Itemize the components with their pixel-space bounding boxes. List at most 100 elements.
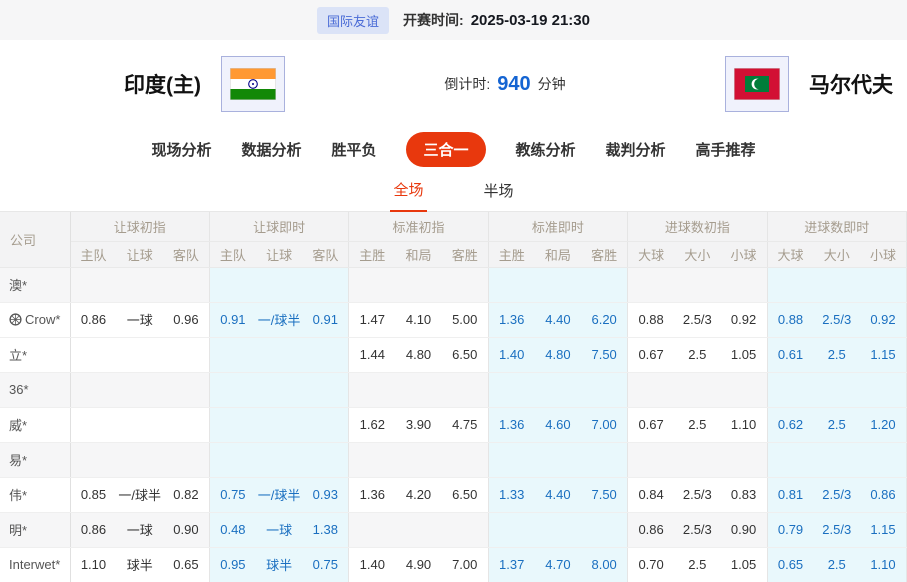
odds-cell[interactable]: 1.15 xyxy=(860,337,907,372)
odds-cell[interactable]: 1.40 xyxy=(488,337,534,372)
odds-cell: 4.10 xyxy=(395,302,441,337)
odds-cell[interactable]: 7.00 xyxy=(581,407,627,442)
odds-cell[interactable]: 一/球半 xyxy=(256,302,302,337)
company-cell[interactable]: 立* xyxy=(0,337,70,372)
sub-header: 大小 xyxy=(674,241,720,267)
group-header-5: 进球数初指 xyxy=(628,212,767,241)
odds-cell xyxy=(116,407,162,442)
odds-cell[interactable]: 7.50 xyxy=(581,337,627,372)
odds-cell xyxy=(535,267,581,302)
odds-cell[interactable]: 1.10 xyxy=(860,547,907,582)
odds-cell[interactable]: 0.88 xyxy=(767,302,813,337)
odds-cell: 2.5 xyxy=(674,547,720,582)
odds-cell[interactable]: 2.5/3 xyxy=(814,512,860,547)
nav-tab-2[interactable]: 数据分析 xyxy=(241,139,301,160)
company-cell[interactable]: Crow* xyxy=(0,302,70,337)
odds-cell xyxy=(302,337,348,372)
odds-cell[interactable]: 0.65 xyxy=(767,547,813,582)
company-cell[interactable]: 伟* xyxy=(0,477,70,512)
odds-cell[interactable]: 0.61 xyxy=(767,337,813,372)
odds-cell[interactable]: 1.36 xyxy=(488,407,534,442)
odds-cell[interactable]: 0.93 xyxy=(302,477,348,512)
odds-cell xyxy=(442,512,488,547)
nav-tab-7[interactable]: 高手推荐 xyxy=(696,139,756,160)
sub-header: 主胜 xyxy=(349,241,395,267)
odds-cell[interactable]: 2.5/3 xyxy=(814,477,860,512)
odds-cell[interactable]: 0.79 xyxy=(767,512,813,547)
sub-header: 大小 xyxy=(814,241,860,267)
company-cell[interactable]: 威* xyxy=(0,407,70,442)
company-name: 易* xyxy=(9,453,27,468)
odds-cell xyxy=(814,267,860,302)
nav-tab-4[interactable]: 三合一 xyxy=(406,132,485,167)
odds-cell[interactable]: 1.33 xyxy=(488,477,534,512)
odds-cell[interactable]: 4.80 xyxy=(535,337,581,372)
odds-cell[interactable]: 0.75 xyxy=(302,547,348,582)
odds-cell: 0.83 xyxy=(721,477,767,512)
odds-cell xyxy=(209,442,255,477)
nav-tab-3[interactable]: 胜平负 xyxy=(331,139,376,160)
nav-tab-1[interactable]: 现场分析 xyxy=(151,139,211,160)
odds-cell[interactable]: 0.62 xyxy=(767,407,813,442)
odds-cell[interactable]: 球半 xyxy=(256,547,302,582)
sub-header: 小球 xyxy=(860,241,907,267)
company-cell[interactable]: 明* xyxy=(0,512,70,547)
odds-cell xyxy=(767,372,813,407)
odds-cell xyxy=(70,267,116,302)
period-tab-1[interactable]: 全场 xyxy=(390,179,426,212)
odds-cell xyxy=(116,267,162,302)
odds-cell[interactable]: 0.95 xyxy=(209,547,255,582)
company-cell[interactable]: 易* xyxy=(0,442,70,477)
odds-cell[interactable]: 4.60 xyxy=(535,407,581,442)
odds-cell: 2.5/3 xyxy=(674,302,720,337)
odds-cell: 0.67 xyxy=(628,337,674,372)
sub-header: 大球 xyxy=(767,241,813,267)
odds-cell[interactable]: 一球 xyxy=(256,512,302,547)
odds-cell xyxy=(628,267,674,302)
odds-cell[interactable]: 4.70 xyxy=(535,547,581,582)
period-tab-2[interactable]: 半场 xyxy=(481,180,517,211)
odds-cell[interactable]: 0.91 xyxy=(209,302,255,337)
odds-cell[interactable]: 一/球半 xyxy=(256,477,302,512)
odds-cell[interactable]: 0.48 xyxy=(209,512,255,547)
odds-cell: 0.67 xyxy=(628,407,674,442)
sub-header: 让球 xyxy=(256,241,302,267)
odds-cell[interactable]: 4.40 xyxy=(535,302,581,337)
odds-cell[interactable]: 8.00 xyxy=(581,547,627,582)
odds-cell[interactable]: 1.36 xyxy=(488,302,534,337)
table-row: 立*1.444.806.501.404.807.500.672.51.050.6… xyxy=(0,337,907,372)
odds-cell xyxy=(256,267,302,302)
nav-tab-5[interactable]: 教练分析 xyxy=(516,139,576,160)
nav-tab-6[interactable]: 裁判分析 xyxy=(606,139,666,160)
odds-cell[interactable]: 1.15 xyxy=(860,512,907,547)
odds-cell[interactable]: 0.91 xyxy=(302,302,348,337)
odds-cell xyxy=(395,372,441,407)
odds-cell[interactable]: 6.20 xyxy=(581,302,627,337)
odds-cell[interactable]: 1.20 xyxy=(860,407,907,442)
company-cell[interactable]: Interwet* xyxy=(0,547,70,582)
odds-cell[interactable]: 4.40 xyxy=(535,477,581,512)
odds-cell[interactable]: 2.5 xyxy=(814,407,860,442)
odds-cell[interactable]: 2.5 xyxy=(814,337,860,372)
kickoff-time: 2025-03-19 21:30 xyxy=(471,12,590,29)
odds-cell[interactable]: 0.86 xyxy=(860,477,907,512)
odds-cell xyxy=(163,442,209,477)
company-cell[interactable]: 36* xyxy=(0,372,70,407)
odds-cell[interactable]: 0.92 xyxy=(860,302,907,337)
odds-cell[interactable]: 2.5 xyxy=(814,547,860,582)
odds-cell[interactable]: 1.37 xyxy=(488,547,534,582)
odds-cell xyxy=(116,337,162,372)
odds-cell[interactable]: 0.75 xyxy=(209,477,255,512)
odds-cell: 0.88 xyxy=(628,302,674,337)
odds-cell: 2.5/3 xyxy=(674,512,720,547)
table-row: 36* xyxy=(0,372,907,407)
odds-cell xyxy=(442,267,488,302)
odds-cell[interactable]: 1.38 xyxy=(302,512,348,547)
company-cell[interactable]: 澳* xyxy=(0,267,70,302)
odds-cell[interactable]: 0.81 xyxy=(767,477,813,512)
odds-cell xyxy=(116,372,162,407)
countdown: 倒计时: 940 分钟 xyxy=(444,73,565,96)
odds-cell[interactable]: 7.50 xyxy=(581,477,627,512)
odds-cell[interactable]: 2.5/3 xyxy=(814,302,860,337)
odds-cell xyxy=(674,442,720,477)
